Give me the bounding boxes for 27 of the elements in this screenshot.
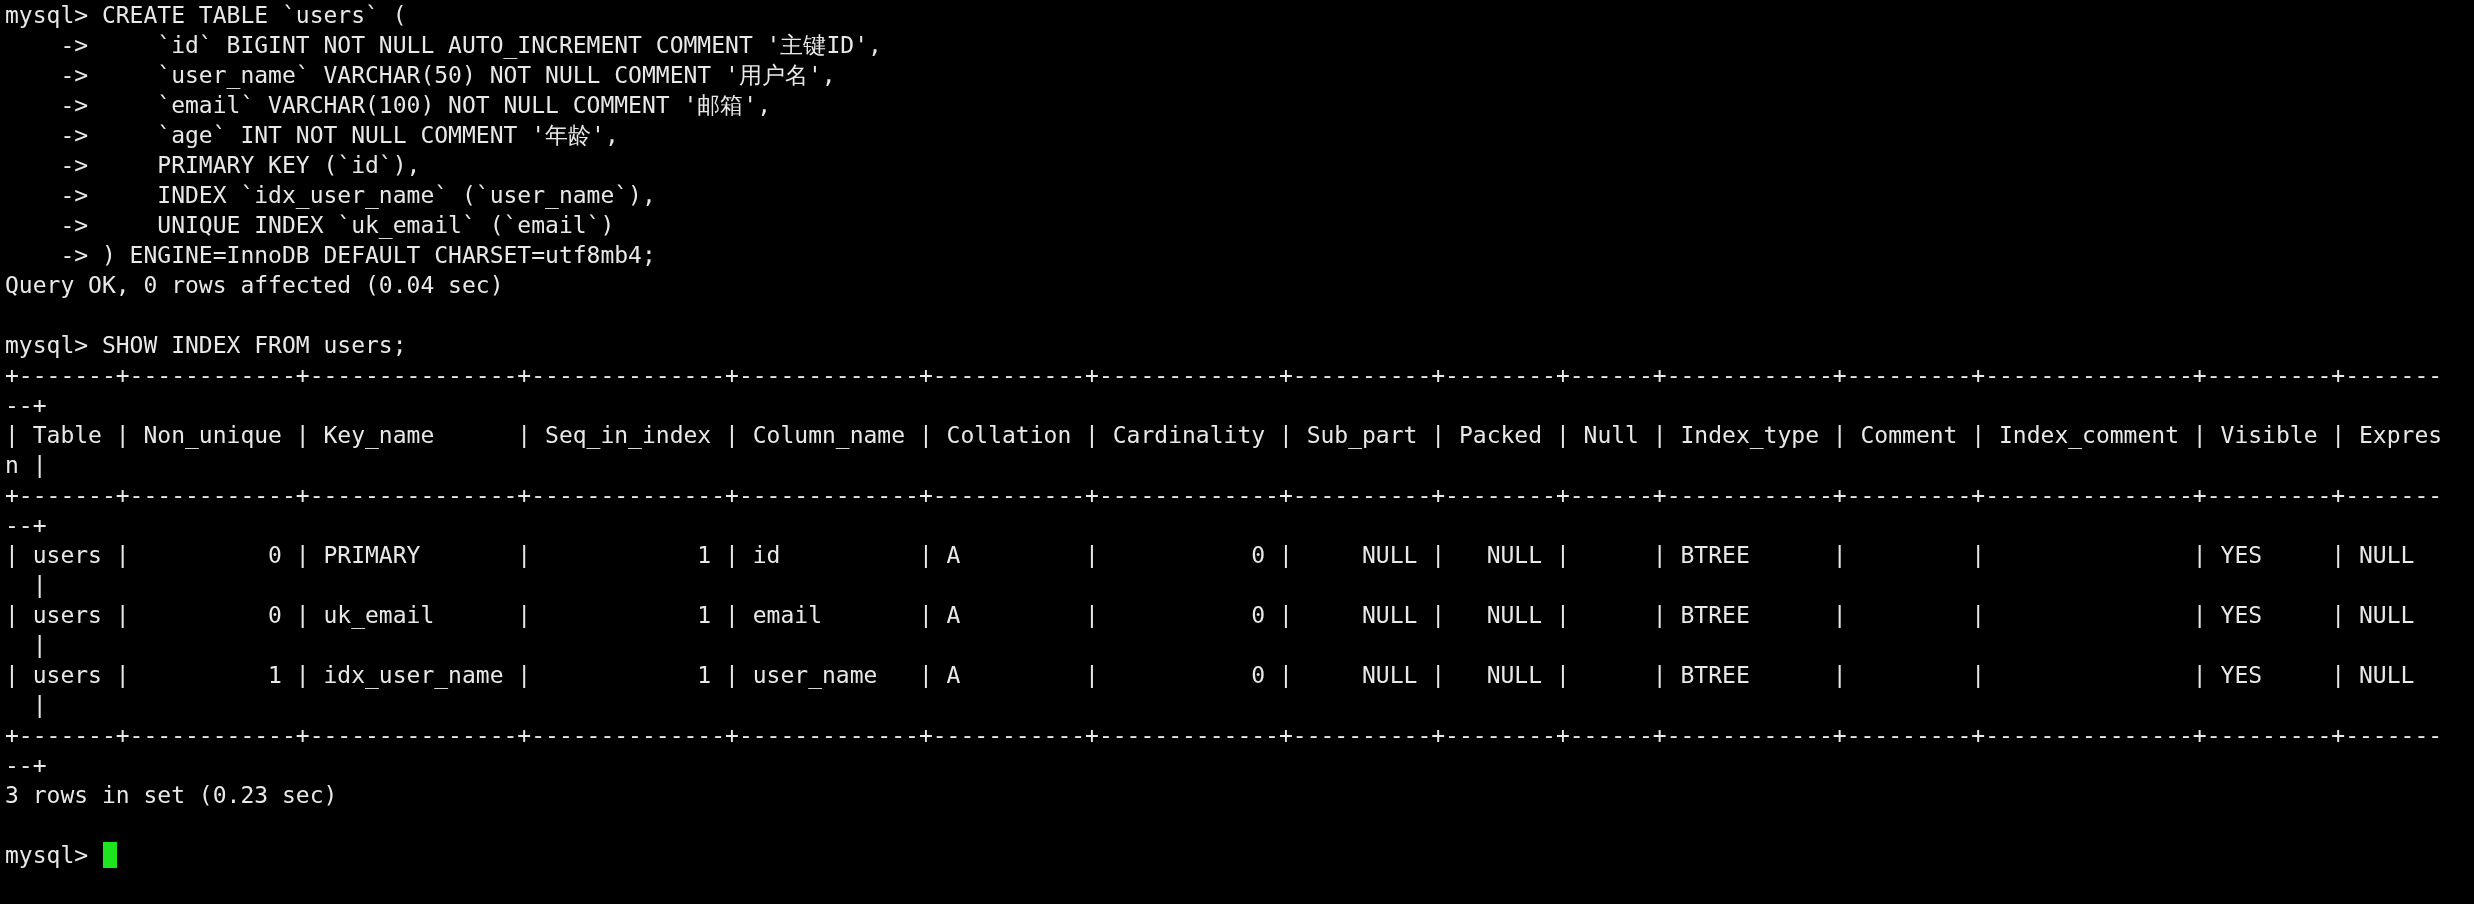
terminal-line: --+ <box>5 391 47 420</box>
terminal-line: -> ) ENGINE=InnoDB DEFAULT CHARSET=utf8mb4; <box>59 241 656 270</box>
terminal-line: -> `email` VARCHAR(100) NOT NULL COMMENT '邮箱', <box>59 91 772 120</box>
prompt: mysql> <box>5 841 89 870</box>
terminal-line: -> PRIMARY KEY (`id`), <box>59 151 421 180</box>
terminal-line: mysql> CREATE TABLE `users` ( <box>5 1 407 30</box>
terminal-line: --+ <box>5 511 47 540</box>
terminal-line: 3 rows in set (0.23 sec) <box>5 781 338 810</box>
terminal-line: +-------+------------+---------------+--------------+-------------+-----------+-------------+----------+--------+------+------------+---------+---------------+---------+------- <box>5 361 2443 390</box>
terminal-line: n | <box>5 451 47 480</box>
terminal-line: | Table | Non_unique | Key_name | Seq_in_index | Column_name | Collation | Cardinality | Sub_part | Packed | Null | Index_type | Comment | Index_comment | Visible | Expres <box>5 421 2443 450</box>
terminal-line: +-------+------------+---------------+--------------+-------------+-----------+-------------+----------+--------+------+------------+---------+---------------+---------+------- <box>5 481 2443 510</box>
terminal-line: -> INDEX `idx_user_name` (`user_name`), <box>59 181 656 210</box>
terminal-line: +-------+------------+---------------+--------------+-------------+-----------+-------------+----------+--------+------+------------+---------+---------------+---------+------- <box>5 721 2443 750</box>
terminal-line: | users | 0 | PRIMARY | 1 | id | A | 0 | NULL | NULL | | BTREE | | | YES | NULL <box>5 541 2415 570</box>
terminal-line: Query OK, 0 rows affected (0.04 sec) <box>5 271 504 300</box>
terminal-line: -> `age` INT NOT NULL COMMENT '年龄', <box>59 121 619 150</box>
terminal-line: | <box>31 631 47 660</box>
terminal-line: | users | 1 | idx_user_name | 1 | user_name | A | 0 | NULL | NULL | | BTREE | | | YES | NULL <box>5 661 2415 690</box>
terminal-line: mysql> SHOW INDEX FROM users; <box>5 331 407 360</box>
terminal-line: | <box>31 571 47 600</box>
terminal-line: | <box>31 691 47 720</box>
terminal-line: -> `user_name` VARCHAR(50) NOT NULL COMMENT '用户名', <box>59 61 836 90</box>
terminal-line: --+ <box>5 751 47 780</box>
terminal-line: -> `id` BIGINT NOT NULL AUTO_INCREMENT COMMENT '主键ID', <box>59 31 882 60</box>
terminal-line: | users | 0 | uk_email | 1 | email | A | 0 | NULL | NULL | | BTREE | | | YES | NULL <box>5 601 2415 630</box>
terminal-line: -> UNIQUE INDEX `uk_email` (`email`) <box>59 211 615 240</box>
